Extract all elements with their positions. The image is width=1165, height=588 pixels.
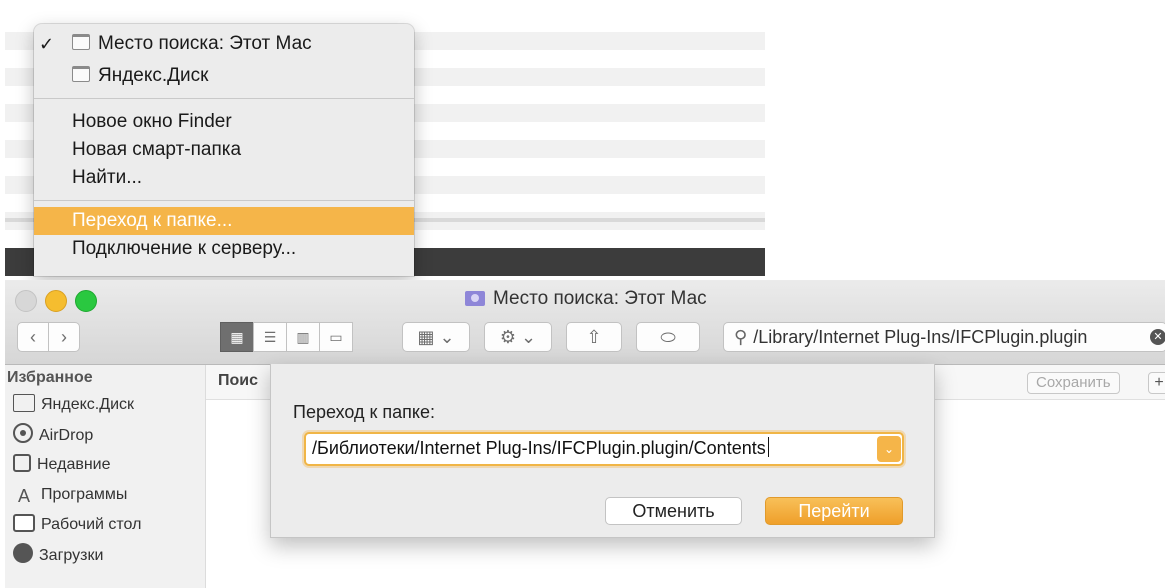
group-icon: ▦ ⌄ bbox=[417, 327, 455, 347]
menu-item-find[interactable]: Найти... bbox=[34, 164, 414, 192]
minimize-button[interactable] bbox=[45, 290, 67, 312]
file-menu: ✓ Место поиска: Этот Мас Яндекс.Диск Нов… bbox=[34, 24, 414, 276]
window-title: Место поиска: Этот Мас bbox=[465, 286, 707, 312]
finder-file-menu-area: ✓ Место поиска: Этот Мас Яндекс.Диск Нов… bbox=[0, 0, 1165, 280]
menu-item-search-location[interactable]: ✓ Место поиска: Этот Мас bbox=[34, 30, 414, 58]
chevron-left-icon: ‹ bbox=[30, 327, 36, 347]
downloads-icon bbox=[13, 543, 33, 563]
action-button[interactable]: ⚙ ⌄ bbox=[484, 322, 552, 352]
group-by-button[interactable]: ▦ ⌄ bbox=[402, 322, 470, 352]
airdrop-icon bbox=[13, 423, 33, 443]
tags-button[interactable]: ⬭ bbox=[636, 322, 700, 352]
gear-icon: ⚙ ⌄ bbox=[499, 327, 537, 347]
menu-separator bbox=[34, 200, 414, 201]
window-toolbar: Место поиска: Этот Мас ‹ › ▦ ☰ ▥ ▭ ▦ ⌄ ⚙… bbox=[5, 280, 1165, 365]
menu-item-label: Новая смарт-папка bbox=[72, 139, 242, 160]
forward-button[interactable]: › bbox=[48, 322, 80, 352]
window-icon bbox=[72, 66, 90, 82]
menu-item-go-to-folder[interactable]: Переход к папке... bbox=[34, 207, 414, 235]
menu-item-new-finder-window[interactable]: Новое окно Finder bbox=[34, 108, 414, 136]
search-icon: ⚲ bbox=[734, 327, 748, 347]
list-icon: ☰ bbox=[263, 329, 277, 345]
sidebar-item-desktop[interactable]: Рабочий стол bbox=[13, 513, 141, 537]
add-criteria-button[interactable]: + bbox=[1148, 372, 1165, 394]
menu-item-label: Переход к папке... bbox=[72, 210, 233, 231]
dialog-label: Переход к папке: bbox=[293, 402, 435, 422]
search-input[interactable]: ⚲/Library/Internet Plug-Ins/IFCPlugin.pl… bbox=[723, 322, 1165, 352]
smart-folder-icon bbox=[465, 291, 485, 306]
sidebar-item-recents[interactable]: Недавние bbox=[13, 453, 111, 477]
chevron-down-icon[interactable]: ⌄ bbox=[877, 436, 901, 462]
checkmark-icon: ✓ bbox=[39, 34, 55, 54]
icon-view-button[interactable]: ▦ bbox=[220, 322, 254, 352]
menu-item-new-smart-folder[interactable]: Новая смарт-папка bbox=[34, 136, 414, 164]
maximize-button[interactable] bbox=[75, 290, 97, 312]
gallery-icon: ▭ bbox=[329, 329, 343, 345]
menu-item-yandex-disk[interactable]: Яндекс.Диск bbox=[34, 62, 414, 90]
menu-item-label: Подключение к серверу... bbox=[72, 238, 297, 259]
sidebar-header-favorites: Избранное bbox=[7, 369, 93, 386]
menu-item-connect-to-server[interactable]: Подключение к серверу... bbox=[34, 235, 414, 263]
window-icon bbox=[72, 34, 90, 50]
clear-search-icon[interactable]: ✕ bbox=[1150, 329, 1165, 345]
gallery-view-button[interactable]: ▭ bbox=[319, 322, 353, 352]
recents-icon bbox=[13, 454, 31, 472]
share-button[interactable]: ⇧ bbox=[566, 322, 622, 352]
menu-item-label: Место поиска: Этот Мас bbox=[98, 33, 312, 54]
list-view-button[interactable]: ☰ bbox=[253, 322, 287, 352]
applications-icon: A bbox=[17, 486, 30, 506]
cancel-button[interactable]: Отменить bbox=[605, 497, 742, 525]
grid-icon: ▦ bbox=[230, 329, 244, 345]
save-search-button[interactable]: Сохранить bbox=[1027, 372, 1120, 394]
sidebar-item-downloads[interactable]: Загрузки bbox=[13, 543, 103, 583]
folder-path-input[interactable]: /Библиотеки/Internet Plug-Ins/IFCPlugin.… bbox=[304, 432, 904, 466]
menu-item-label: Новое окно Finder bbox=[72, 111, 232, 132]
desktop-icon bbox=[13, 514, 35, 532]
sidebar-item-yandex-disk[interactable]: Яндекс.Диск bbox=[13, 393, 134, 417]
sidebar-item-applications[interactable]: A Программы bbox=[13, 483, 127, 507]
menu-separator bbox=[34, 98, 414, 99]
sidebar-item-airdrop[interactable]: AirDrop bbox=[13, 423, 93, 447]
column-view-button[interactable]: ▥ bbox=[286, 322, 320, 352]
sidebar: Избранное Яндекс.Диск AirDrop Недавние A… bbox=[5, 365, 206, 588]
search-scope-label: Поис bbox=[218, 372, 259, 389]
go-to-folder-dialog: Переход к папке: /Библиотеки/Internet Pl… bbox=[270, 364, 935, 538]
finder-window: Место поиска: Этот Мас ‹ › ▦ ☰ ▥ ▭ ▦ ⌄ ⚙… bbox=[5, 280, 1165, 588]
menu-item-label: Найти... bbox=[72, 167, 143, 188]
close-button[interactable] bbox=[15, 290, 37, 312]
text-caret bbox=[767, 437, 769, 457]
menu-item-label: Яндекс.Диск bbox=[98, 65, 209, 86]
back-button[interactable]: ‹ bbox=[17, 322, 49, 352]
folder-icon bbox=[13, 394, 35, 412]
go-button[interactable]: Перейти bbox=[765, 497, 903, 525]
share-icon: ⇧ bbox=[586, 327, 602, 347]
tag-icon: ⬭ bbox=[660, 327, 676, 347]
columns-icon: ▥ bbox=[296, 329, 310, 345]
chevron-right-icon: › bbox=[61, 327, 67, 347]
